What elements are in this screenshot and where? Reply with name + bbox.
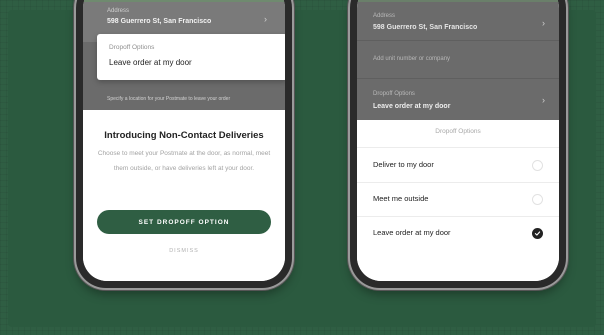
divider: [357, 216, 559, 217]
right-phone: Address 598 Guerrero St, San Francisco ›…: [350, 0, 566, 288]
radio-unselected-icon[interactable]: [532, 194, 543, 205]
right-checkout-overlay: Address 598 Guerrero St, San Francisco ›…: [357, 0, 559, 134]
set-dropoff-option-button[interactable]: SET DROPOFF OPTION: [97, 210, 271, 234]
left-address-label: Address: [107, 8, 130, 14]
left-phone-screen: Address 598 Guerrero St, San Francisco ›…: [83, 0, 285, 281]
dismiss-button[interactable]: DISMISS: [83, 248, 285, 254]
option-deliver-to-door[interactable]: Deliver to my door: [373, 150, 543, 180]
right-address-row[interactable]: Address 598 Guerrero St, San Francisco ›: [357, 2, 559, 41]
chevron-right-icon: ›: [542, 18, 545, 28]
option-label: Deliver to my door: [373, 160, 434, 169]
left-address-value: 598 Guerrero St, San Francisco: [107, 18, 212, 25]
left-dropoff-hint: Specify a location for your Postmate to …: [107, 96, 231, 102]
divider: [357, 147, 559, 148]
right-address-label: Address: [373, 13, 396, 19]
right-dropoff-row[interactable]: Dropoff Options Leave order at my door ›: [357, 78, 559, 119]
sheet-title: Introducing Non-Contact Deliveries: [104, 130, 264, 141]
option-label: Leave order at my door: [373, 228, 451, 237]
option-leave-at-door[interactable]: Leave order at my door: [373, 218, 543, 248]
unit-number-field[interactable]: Add unit number or company: [373, 56, 450, 62]
right-phone-screen: Address 598 Guerrero St, San Francisco ›…: [357, 0, 559, 281]
sheet-description: Choose to meet your Postmate at the door…: [97, 150, 271, 172]
left-dropoff-card[interactable]: Dropoff Options Leave order at my door: [97, 34, 285, 80]
dropoff-options-sheet: Dropoff Options Deliver to my door Meet …: [357, 120, 559, 281]
radio-unselected-icon[interactable]: [532, 160, 543, 171]
right-dropoff-label: Dropoff Options: [373, 91, 415, 97]
left-bottom-sheet: Introducing Non-Contact Deliveries Choos…: [83, 110, 285, 281]
chevron-right-icon: ›: [264, 14, 267, 24]
chevron-right-icon: ›: [542, 95, 545, 105]
dropoff-options-title: Dropoff Options: [435, 128, 481, 135]
checkmark-selected-icon[interactable]: [532, 228, 543, 239]
left-phone: Address 598 Guerrero St, San Francisco ›…: [76, 0, 292, 288]
right-address-value: 598 Guerrero St, San Francisco: [373, 24, 478, 31]
right-dropoff-value: Leave order at my door: [373, 103, 451, 110]
left-dropoff-label: Dropoff Options: [109, 44, 155, 51]
left-dropoff-value: Leave order at my door: [109, 58, 192, 67]
divider: [357, 182, 559, 183]
option-meet-outside[interactable]: Meet me outside: [373, 184, 543, 214]
option-label: Meet me outside: [373, 194, 429, 203]
